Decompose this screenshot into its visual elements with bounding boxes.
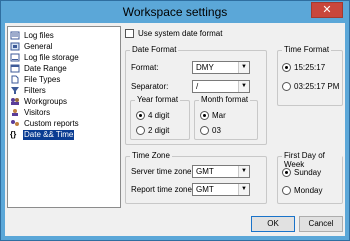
date-format-title: Date Format (130, 45, 179, 54)
tree-item-label: Date && Time (23, 129, 75, 140)
month-format-title: Month format (199, 95, 251, 104)
month-mar-radio[interactable] (200, 111, 209, 120)
year-4-digit-radio[interactable] (136, 111, 145, 120)
server-time-zone-value: GMT (196, 167, 214, 176)
sunday-label: Sunday (294, 168, 322, 177)
title-bar[interactable]: Workspace settings ✕ (1, 1, 349, 23)
date-range-icon (10, 64, 20, 73)
first-day-of-week-group: First Day of Week Sunday Monday (277, 151, 343, 204)
tree-item-label: Log files (24, 30, 54, 40)
tree-item-label: Workgroups (24, 96, 67, 106)
filters-icon (10, 86, 20, 95)
dialog-body: Log files General Log file storage Date … (5, 23, 345, 236)
format-select[interactable]: DMY ▼ (192, 61, 250, 74)
tree-item-label: Date Range (24, 63, 67, 73)
chevron-down-icon: ▼ (238, 62, 249, 73)
year-format-title: Year format (135, 95, 181, 104)
separator-select[interactable]: / ▼ (192, 80, 250, 93)
format-select-value: DMY (196, 63, 214, 72)
tree-item-custom-reports[interactable]: Custom reports (10, 118, 80, 129)
month-format-group: Month format Mar 03 (194, 95, 258, 140)
file-types-icon (10, 75, 20, 84)
tree-item-file-types[interactable]: File Types (10, 74, 61, 85)
chevron-down-icon: ▼ (238, 166, 249, 177)
time-format-title: Time Format (282, 45, 332, 54)
year-format-group: Year format 4 digit 2 digit (130, 95, 190, 140)
chevron-down-icon: ▼ (238, 184, 249, 195)
time-format-group: Time Format 15:25:17 03:25:17 PM (277, 45, 343, 106)
time-24h-label: 15:25:17 (294, 63, 326, 72)
window-title: Workspace settings (122, 5, 228, 19)
tree-item-workgroups[interactable]: Workgroups (10, 96, 68, 107)
date-time-icon: {} (10, 130, 17, 139)
custom-reports-icon (10, 119, 20, 128)
log-files-icon (10, 31, 20, 40)
report-time-zone-value: GMT (196, 185, 214, 194)
date-time-panel: Use system date format Date Format Forma… (123, 26, 343, 210)
monday-label: Monday (294, 186, 323, 195)
time-zone-group: Time Zone Server time zone: GMT ▼ Report… (125, 151, 267, 204)
tree-item-label: Filters (24, 85, 46, 95)
chevron-down-icon: ▼ (238, 81, 249, 92)
tree-item-date-time[interactable]: {} Date && Time (10, 129, 75, 140)
workspace-settings-window: Workspace settings ✕ Log files General L… (0, 0, 350, 241)
ok-button[interactable]: OK (251, 216, 295, 232)
time-12h-radio[interactable] (282, 82, 291, 91)
date-format-group: Date Format Format: DMY ▼ Separator: / ▼… (125, 45, 267, 145)
settings-tree[interactable]: Log files General Log file storage Date … (7, 26, 121, 208)
use-system-date-format-label: Use system date format (138, 29, 223, 38)
first-day-of-week-title: First Day of Week (282, 151, 342, 169)
time-24h-radio[interactable] (282, 63, 291, 72)
tree-item-label: Custom reports (24, 118, 79, 128)
year-4-digit-label: 4 digit (148, 111, 170, 120)
month-03-radio[interactable] (200, 126, 209, 135)
format-label: Format: (131, 63, 159, 72)
log-storage-icon (10, 53, 20, 62)
workgroups-icon (10, 97, 20, 106)
visitors-icon (10, 108, 20, 117)
server-time-zone-select[interactable]: GMT ▼ (192, 165, 250, 178)
tree-item-label: Log file storage (24, 52, 79, 62)
cancel-button[interactable]: Cancel (299, 216, 343, 232)
time-zone-title: Time Zone (130, 151, 172, 160)
monday-radio[interactable] (282, 186, 291, 195)
sunday-radio[interactable] (282, 168, 291, 177)
tree-item-date-range[interactable]: Date Range (10, 63, 68, 74)
tree-item-visitors[interactable]: Visitors (10, 107, 51, 118)
report-time-zone-label: Report time zone: (131, 185, 195, 194)
tree-item-log-file-storage[interactable]: Log file storage (10, 52, 80, 63)
year-2-digit-radio[interactable] (136, 126, 145, 135)
tree-item-filters[interactable]: Filters (10, 85, 47, 96)
year-2-digit-label: 2 digit (148, 126, 170, 135)
separator-label: Separator: (131, 82, 169, 91)
server-time-zone-label: Server time zone: (131, 167, 194, 176)
month-03-label: 03 (212, 126, 221, 135)
separator-select-value: / (196, 82, 199, 91)
month-mar-label: Mar (212, 111, 226, 120)
report-time-zone-select[interactable]: GMT ▼ (192, 183, 250, 196)
tree-item-label: File Types (24, 74, 61, 84)
general-icon (10, 42, 20, 51)
time-12h-label: 03:25:17 PM (294, 82, 340, 91)
tree-item-label: General (24, 41, 53, 51)
tree-item-general[interactable]: General (10, 41, 53, 52)
use-system-date-format-checkbox[interactable] (125, 29, 134, 38)
close-button[interactable]: ✕ (311, 2, 343, 18)
tree-item-label: Visitors (24, 107, 51, 117)
tree-item-log-files[interactable]: Log files (10, 30, 55, 41)
